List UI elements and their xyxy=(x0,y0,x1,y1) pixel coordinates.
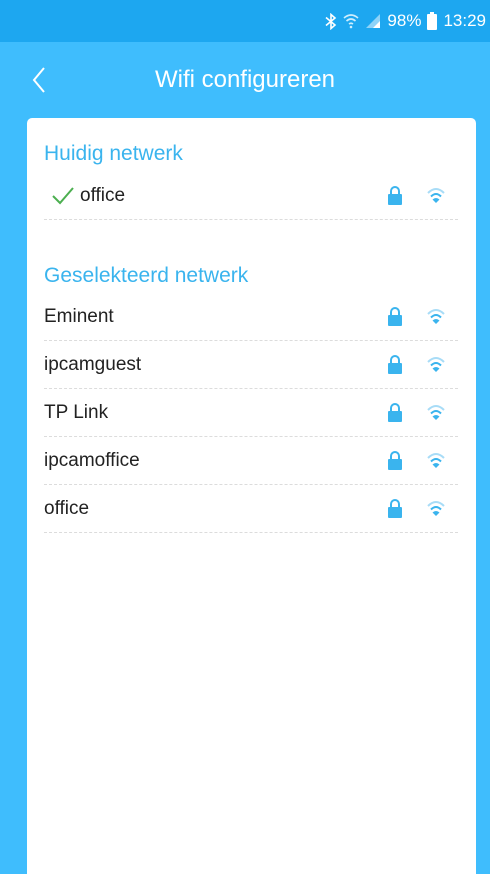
chevron-left-icon xyxy=(32,67,45,93)
network-row-ipcamoffice[interactable]: ipcamoffice xyxy=(44,437,458,485)
wifi-card: Huidig netwerk office Geselekteerd netwe… xyxy=(27,118,476,874)
network-name: Eminent xyxy=(44,305,114,327)
network-row-tp-link[interactable]: TP Link xyxy=(44,389,458,437)
battery-percent: 98% xyxy=(387,11,422,30)
network-name: ipcamoffice xyxy=(44,449,140,471)
signal-icon xyxy=(365,13,381,29)
network-row-office[interactable]: office xyxy=(44,485,458,533)
wifi-signal-icon xyxy=(426,451,446,474)
wifi-signal-icon xyxy=(426,186,446,209)
network-row-ipcamguest[interactable]: ipcamguest xyxy=(44,341,458,389)
lock-icon xyxy=(387,498,403,523)
status-bar: 98% 13:29 xyxy=(0,0,490,42)
network-row-eminent[interactable]: Eminent xyxy=(44,293,458,341)
wifi-signal-icon xyxy=(426,499,446,522)
current-network-row[interactable]: office xyxy=(44,172,458,220)
page-title: Wifi configureren xyxy=(154,66,336,93)
lock-icon xyxy=(387,306,403,331)
check-icon xyxy=(52,186,74,205)
lock-icon xyxy=(387,450,403,475)
network-name: office xyxy=(44,497,90,519)
network-name: TP Link xyxy=(44,401,109,423)
wifi-signal-icon xyxy=(426,307,446,330)
network-name: office xyxy=(80,184,126,206)
lock-icon xyxy=(387,354,403,379)
wifi-signal-icon xyxy=(426,355,446,378)
bluetooth-icon xyxy=(325,12,337,30)
clock: 13:29 xyxy=(443,11,486,30)
current-network-title: Huidig netwerk xyxy=(44,142,183,165)
lock-icon xyxy=(387,185,403,210)
selected-network-title: Geselekteerd netwerk xyxy=(44,264,249,287)
battery-icon xyxy=(427,12,438,30)
app-header: Wifi configureren xyxy=(0,42,490,118)
lock-icon xyxy=(387,402,403,427)
network-name: ipcamguest xyxy=(44,353,142,375)
wifi-status-icon xyxy=(343,13,359,29)
back-button[interactable] xyxy=(24,64,54,96)
wifi-signal-icon xyxy=(426,403,446,426)
